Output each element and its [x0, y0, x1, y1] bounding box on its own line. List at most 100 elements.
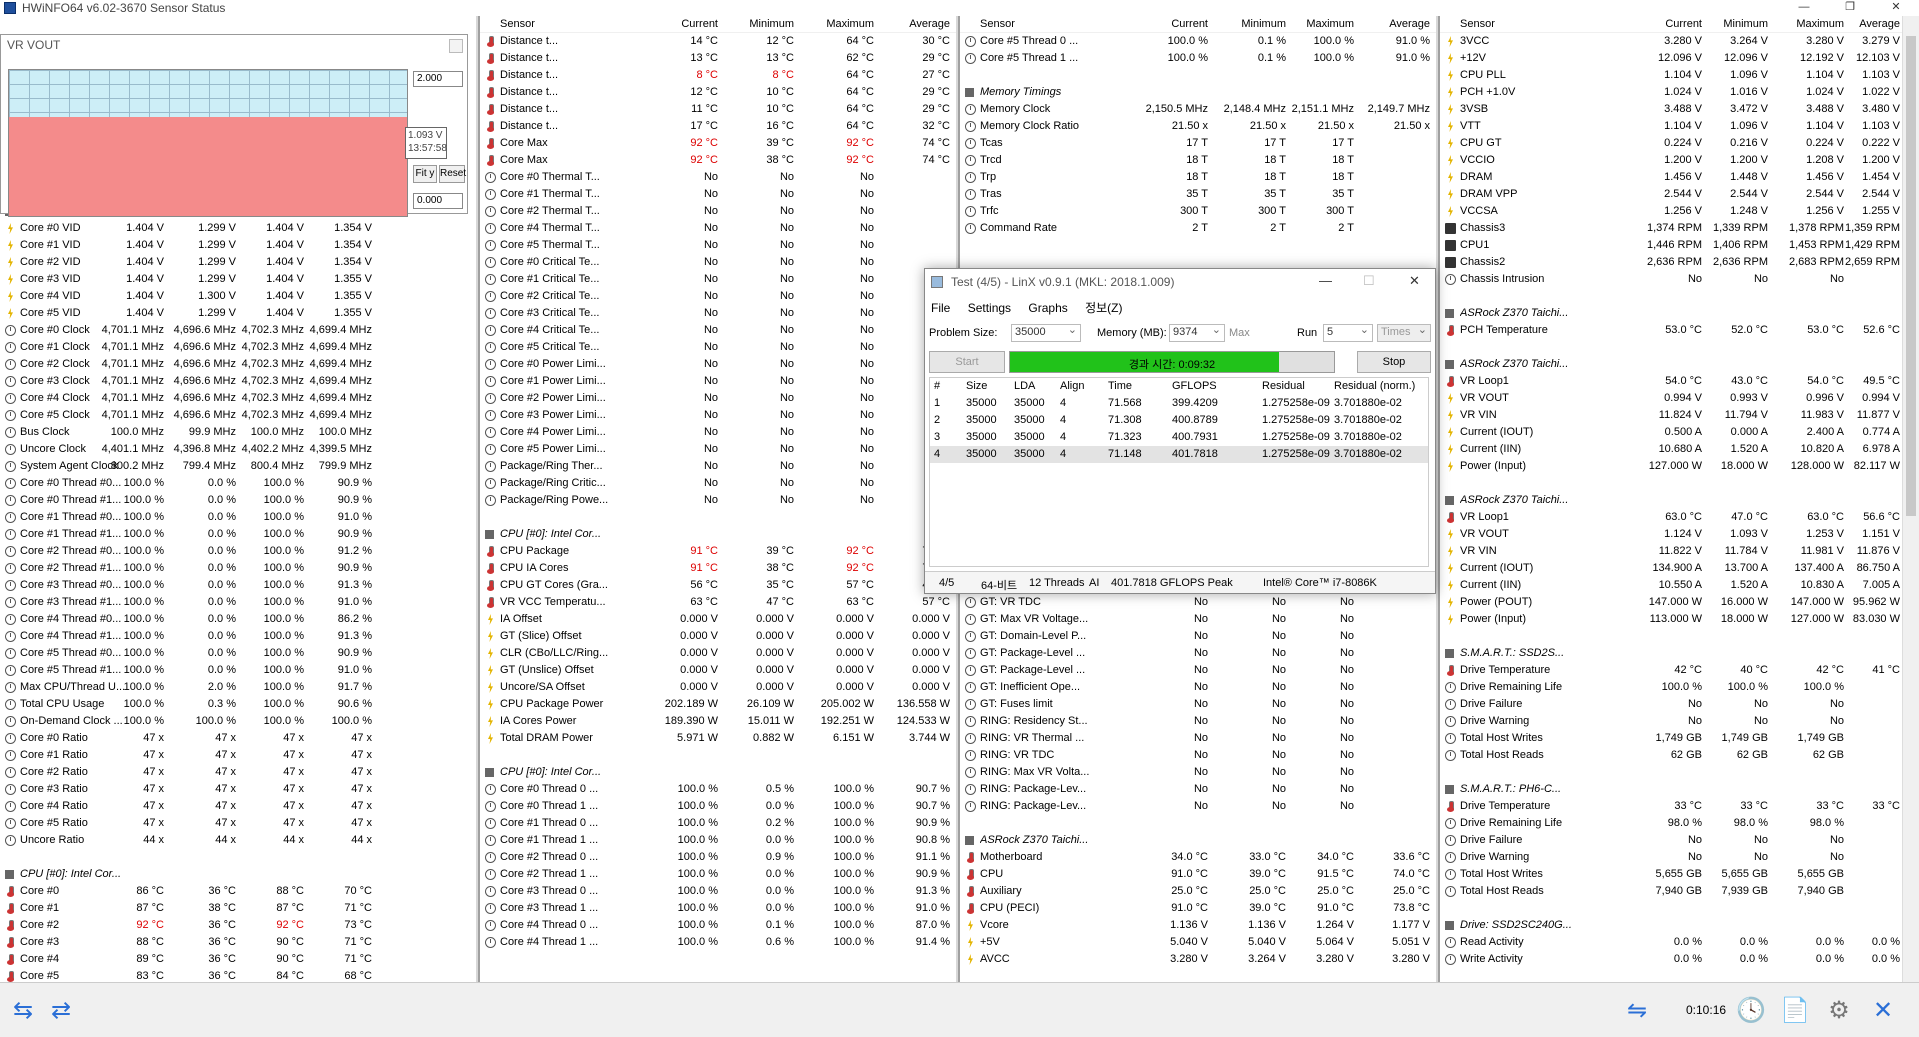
sensor-row[interactable]: CPU PLL 1.104 V 1.096 V 1.104 V 1.103 V — [1440, 67, 1902, 84]
sensor-row[interactable]: Core #2 Power Limi... No No No — [480, 390, 958, 407]
sensor-row[interactable]: Core #5 Thermal T... No No No — [480, 237, 958, 254]
sensor-row[interactable]: Memory Clock 2,150.5 MHz 2,148.4 MHz 2,151.… — [960, 101, 1438, 118]
sensor-row[interactable]: IA Offset 0.000 V 0.000 V 0.000 V 0.000 V — [480, 611, 958, 628]
sensor-row[interactable]: Core #0 Thread 1 ... 100.0 % 0.0 % 100.0 % 9… — [480, 798, 958, 815]
column-header[interactable]: Sensor Current Minimum Maximum Average — [480, 16, 958, 33]
sensor-row[interactable]: Write Activity 0.0 % 0.0 % 0.0 % 0.0 % — [1440, 951, 1902, 968]
sensor-row[interactable]: Core #1 Critical Te... No No No — [480, 271, 958, 288]
sensor-row[interactable]: GT: Fuses limit No No No — [960, 696, 1438, 713]
sensor-row[interactable]: VR Loop1 54.0 °C 43.0 °C 54.0 °C 49.5 °C — [1440, 373, 1902, 390]
sensor-row[interactable]: Core #4 Power Limi... No No No — [480, 424, 958, 441]
sensor-row[interactable]: Tras 35 T 35 T 35 T — [960, 186, 1438, 203]
header-current[interactable]: Current — [681, 18, 718, 30]
sensor-row[interactable]: CPU Package Power 202.189 W 26.109 W 205.00… — [480, 696, 958, 713]
sensor-row[interactable]: Core #1 Thread #0... 100.0 % 0.0 % 100.0 % 9… — [0, 509, 480, 526]
sensor-row[interactable]: AVCC 3.280 V 3.264 V 3.280 V 3.280 V — [960, 951, 1438, 968]
sensor-row[interactable]: Core #2 Clock 4,701.1 MHz 4,696.6 MHz 4,702… — [0, 356, 480, 373]
sensor-row[interactable]: Distance t... 14 °C 12 °C 64 °C 30 °C — [480, 33, 958, 50]
sensor-row[interactable]: Drive Remaining Life 98.0 % 98.0 % 98.0 % — [1440, 815, 1902, 832]
sensor-row[interactable]: Core #0 Thread #1... 100.0 % 0.0 % 100.0 % 9… — [0, 492, 480, 509]
sensor-row[interactable]: Core #1 VID 1.404 V 1.299 V 1.404 V 1.354 V — [0, 237, 480, 254]
sensor-row[interactable]: Drive Failure No No No — [1440, 832, 1902, 849]
header-maximum[interactable]: Maximum — [1306, 18, 1354, 30]
sensor-row[interactable]: Core #0 Power Limi... No No No — [480, 356, 958, 373]
sensor-row[interactable]: Core #2 Ratio 47 x 47 x 47 x 47 x — [0, 764, 480, 781]
problem-size-select[interactable]: 35000 — [1011, 323, 1081, 342]
sensor-row[interactable]: Total Host Writes 5,655 GB 5,655 GB 5,655 G… — [1440, 866, 1902, 883]
sensor-row[interactable]: On-Demand Clock ... 100.0 % 100.0 % 100.0 %… — [0, 713, 480, 730]
menu-graphs[interactable]: Graphs — [1028, 301, 1067, 315]
sensor-row[interactable]: Core #4 Thread #0... 100.0 % 0.0 % 100.0 % 8… — [0, 611, 480, 628]
sensor-row[interactable]: Read Activity 0.0 % 0.0 % 0.0 % 0.0 % — [1440, 934, 1902, 951]
sensor-row[interactable]: Core #4 Thread 0 ... 100.0 % 0.1 % 100.0 % 8… — [480, 917, 958, 934]
sensor-row[interactable]: Memory Clock Ratio 21.50 x 21.50 x 21.50 x 2… — [960, 118, 1438, 135]
result-row[interactable]: 3 35000 35000 4 71.323 400.7931 1.275258e-09 3.… — [930, 429, 1428, 446]
result-row[interactable]: 1 35000 35000 4 71.568 399.4209 1.275258e-09 3.… — [930, 395, 1428, 412]
sensor-row[interactable]: VR VOUT 0.994 V 0.993 V 0.996 V 0.994 V — [1440, 390, 1902, 407]
sensor-row[interactable]: Package/Ring Critic... No No No — [480, 475, 958, 492]
sensor-row[interactable]: Core #0 86 °C 36 °C 88 °C 70 °C — [0, 883, 480, 900]
sensor-row[interactable]: CPU IA Cores91 °C38 °C92 °C74 °C — [480, 560, 958, 577]
sensor-row[interactable]: CLR (CBo/LLC/Ring... 0.000 V 0.000 V 0.000 … — [480, 645, 958, 662]
sensor-row[interactable]: Core #3 Power Limi... No No No — [480, 407, 958, 424]
minimize-button[interactable]: — — [1781, 0, 1827, 16]
sensor-row[interactable]: Total Host Writes 1,749 GB 1,749 GB 1,749 G… — [1440, 730, 1902, 747]
sensor-row[interactable]: Bus Clock 100.0 MHz 99.9 MHz 100.0 MHz 100.0… — [0, 424, 480, 441]
sensor-group-header[interactable]: S.M.A.R.T.: SSD2S... — [1440, 645, 1902, 662]
sensor-row[interactable]: Current (IOUT) 0.500 A 0.000 A 2.400 A 0.774… — [1440, 424, 1902, 441]
header-sensor[interactable]: Sensor — [1460, 18, 1495, 30]
sensor-row[interactable]: Auxiliary 25.0 °C 25.0 °C 25.0 °C 25.0 °C — [960, 883, 1438, 900]
sensor-row[interactable]: Total DRAM Power 5.971 W 0.882 W 6.151 W 3.7… — [480, 730, 958, 747]
sensor-row[interactable]: Drive Temperature 42 °C 40 °C 42 °C 41 °C — [1440, 662, 1902, 679]
sensor-row[interactable]: Core #3 Clock 4,701.1 MHz 4,696.6 MHz 4,702… — [0, 373, 480, 390]
sensor-row[interactable]: Core #4 Clock 4,701.1 MHz 4,696.6 MHz 4,702… — [0, 390, 480, 407]
sensor-group-header[interactable]: ASRock Z370 Taichi... — [1440, 356, 1902, 373]
sensor-row[interactable]: VR Loop1 63.0 °C 47.0 °C 63.0 °C 56.6 °C — [1440, 509, 1902, 526]
sensor-row[interactable]: Core #2 Thread 1 ... 100.0 % 0.0 % 100.0 % 9… — [480, 866, 958, 883]
sensor-row[interactable]: Core #3 VID 1.404 V 1.299 V 1.404 V 1.355 V — [0, 271, 480, 288]
sensor-row[interactable]: VR VIN 11.824 V 11.794 V 11.983 V 11.877 V — [1440, 407, 1902, 424]
sensor-row[interactable]: Core #2 Thermal T... No No No — [480, 203, 958, 220]
network-icon[interactable]: ⇋ — [1620, 993, 1654, 1027]
graph-min-input[interactable]: 0.000 — [413, 193, 463, 209]
sensor-row[interactable]: Total Host Reads 62 GB 62 GB 62 GB — [1440, 747, 1902, 764]
sensor-row[interactable]: Drive Warning No No No — [1440, 713, 1902, 730]
sensor-row[interactable]: Core #0 Thermal T... No No No — [480, 169, 958, 186]
run-count-select[interactable]: 5 — [1323, 323, 1373, 342]
sensor-column-2[interactable]: Sensor Current Minimum Maximum Average Distan… — [480, 16, 958, 982]
sensor-row[interactable]: Core #2 92 °C 36 °C 92 °C 73 °C — [0, 917, 480, 934]
run-unit-select[interactable]: Times — [1377, 323, 1431, 342]
settings-gear-icon[interactable]: ⚙ — [1822, 993, 1856, 1027]
sensor-row[interactable]: Core #4 89 °C 36 °C 90 °C 71 °C — [0, 951, 480, 968]
sensor-row[interactable]: Core #2 VID 1.404 V 1.299 V 1.404 V 1.354 V — [0, 254, 480, 271]
sensor-row[interactable]: VTT 1.104 V 1.096 V 1.104 V 1.103 V — [1440, 118, 1902, 135]
sensor-row[interactable]: Core #4 Thermal T... No No No — [480, 220, 958, 237]
sensor-row[interactable]: CPU GT 0.224 V 0.216 V 0.224 V 0.222 V — [1440, 135, 1902, 152]
menu-settings[interactable]: Settings — [968, 301, 1011, 315]
sensor-row[interactable]: CPU Package91 °C39 °C92 °C74 °C — [480, 543, 958, 560]
reset-button[interactable]: Reset — [439, 165, 466, 183]
sensor-row[interactable]: GT: VR TDC No No No — [960, 594, 1438, 611]
sensor-row[interactable]: Current (IIN) 10.550 A 1.520 A 10.830 A 7.00… — [1440, 577, 1902, 594]
sensor-row[interactable]: Core #5 Power Limi... No No No — [480, 441, 958, 458]
sensor-row[interactable]: RING: Residency St... No No No — [960, 713, 1438, 730]
sensor-row[interactable]: VR VCC Temperatu... 63 °C 47 °C 63 °C 57 °C — [480, 594, 958, 611]
sensor-row[interactable]: Uncore Clock 4,401.1 MHz 4,396.8 MHz 4,402.… — [0, 441, 480, 458]
sensor-row[interactable]: Motherboard 34.0 °C 33.0 °C 34.0 °C 33.6 °C — [960, 849, 1438, 866]
sensor-row[interactable]: RING: Max VR Volta... No No No — [960, 764, 1438, 781]
sensor-row[interactable]: Core #2 Thread #1... 100.0 % 0.0 % 100.0 % 9… — [0, 560, 480, 577]
menu-file[interactable]: File — [931, 301, 950, 315]
sensor-row[interactable]: Core #4 Thread 1 ... 100.0 % 0.6 % 100.0 % 9… — [480, 934, 958, 951]
sensor-row[interactable]: Drive Warning No No No — [1440, 849, 1902, 866]
sensor-group-header[interactable]: ASRock Z370 Taichi... — [960, 832, 1438, 849]
sensor-row[interactable]: Power (POUT) 147.000 W 16.000 W 147.000 W 95… — [1440, 594, 1902, 611]
sensor-row[interactable]: Core #4 Critical Te... No No No — [480, 322, 958, 339]
sensor-row[interactable]: RING: Package-Lev... No No No — [960, 798, 1438, 815]
header-minimum[interactable]: Minimum — [1241, 18, 1286, 30]
sensor-row[interactable]: Core #0 VID 1.404 V 1.299 V 1.404 V 1.354 V — [0, 220, 480, 237]
sensor-row[interactable]: RING: VR TDC No No No — [960, 747, 1438, 764]
vertical-scrollbar[interactable] — [1902, 16, 1919, 982]
sensor-row[interactable]: Core #1 Power Limi... No No No — [480, 373, 958, 390]
sensor-row[interactable]: Core #0 Thread 0 ... 100.0 % 0.5 % 100.0 % 9… — [480, 781, 958, 798]
sensor-group-header[interactable]: ASRock Z370 Taichi... — [1440, 305, 1902, 322]
